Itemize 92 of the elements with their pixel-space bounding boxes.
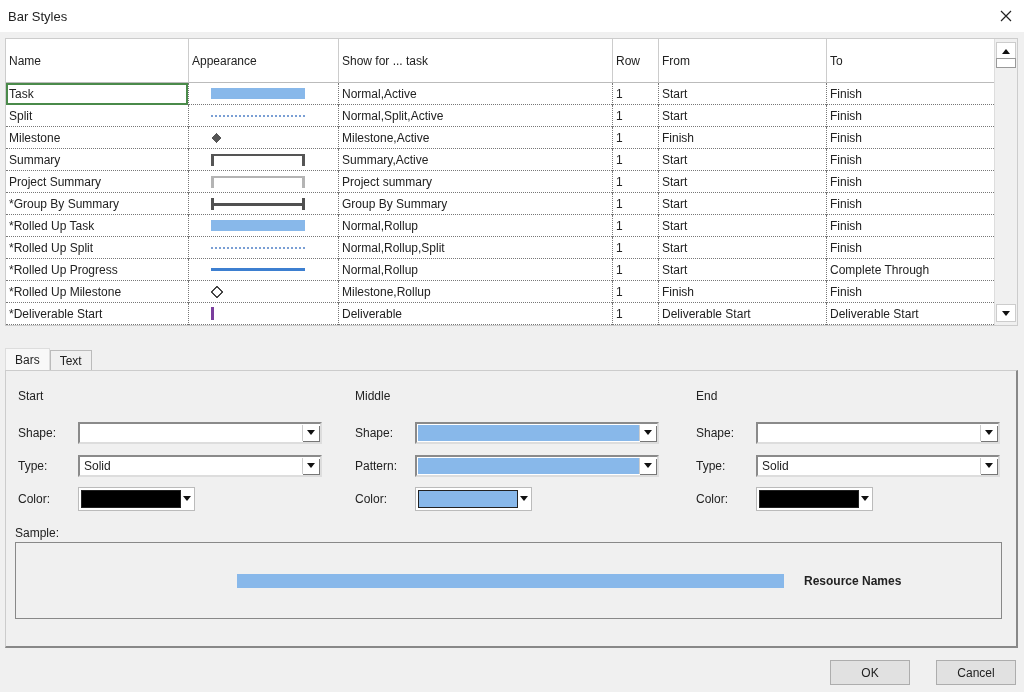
field-label: Shape: [355, 425, 395, 440]
caret-icon [860, 496, 869, 501]
field-label: Pattern: [355, 458, 399, 473]
dropdown[interactable]: Solid [756, 454, 1000, 477]
table-cell: 1 [612, 83, 658, 105]
table-cell: *Rolled Up Task [6, 215, 188, 237]
table-cell: Summary,Active [338, 149, 612, 171]
dropdown[interactable] [756, 421, 1000, 444]
section-title: End [696, 388, 719, 405]
table-cell: 1 [612, 193, 658, 215]
dropdown[interactable]: Solid [78, 454, 322, 477]
close-icon[interactable] [1000, 10, 1012, 22]
table-cell: *Rolled Up Split [6, 237, 188, 259]
section-title: Start [18, 388, 45, 405]
table-cell: Normal,Rollup [338, 215, 612, 237]
field-label: Type: [696, 458, 727, 473]
caret-icon [307, 430, 315, 435]
table-cell: 1 [612, 149, 658, 171]
caret-icon [644, 430, 652, 435]
column-header: Name [6, 39, 188, 83]
table-cell: *Rolled Up Milestone [6, 281, 188, 303]
table-cell: Start [658, 83, 826, 105]
field-label: Shape: [18, 425, 58, 440]
caret-icon [985, 463, 993, 468]
caret-icon [182, 496, 191, 501]
dialog-button[interactable]: OK [830, 660, 910, 685]
table-cell: *Deliverable Start [6, 303, 188, 325]
table-cell: Start [658, 171, 826, 193]
table-cell: Start [658, 105, 826, 127]
table-cell: Normal,Rollup,Split [338, 237, 612, 259]
table-cell: Split [6, 105, 188, 127]
table-cell: Start [658, 215, 826, 237]
sample-label: Sample: [15, 526, 60, 540]
tab[interactable]: Text [49, 350, 92, 370]
caret-icon [1002, 310, 1010, 316]
table-cell: 1 [612, 127, 658, 149]
table-cell: Start [658, 259, 826, 281]
column-header: Row [612, 39, 658, 83]
table-cell: Start [658, 149, 826, 171]
table-cell: Project summary [338, 171, 612, 193]
tab[interactable]: Bars [5, 348, 50, 370]
section-title: Middle [355, 388, 392, 405]
field-label: Color: [696, 491, 729, 506]
table-cell: Task [6, 83, 188, 105]
scroll-thumb[interactable] [996, 58, 1016, 68]
sample-text: Resource Names [804, 573, 902, 588]
caret-icon [644, 463, 652, 468]
table-cell: 1 [612, 281, 658, 303]
color-picker[interactable] [78, 486, 195, 511]
table-cell: Milestone [6, 127, 188, 149]
table-cell: Normal,Rollup [338, 259, 612, 281]
table-cell: 1 [612, 237, 658, 259]
field-label: Color: [355, 491, 388, 506]
scrollbar[interactable] [994, 39, 1017, 325]
column-header: From [658, 39, 826, 83]
caret-icon [519, 496, 528, 501]
table-cell: Milestone,Active [338, 127, 612, 149]
dropdown[interactable] [415, 421, 659, 444]
table-cell: Normal,Active [338, 83, 612, 105]
table-cell: Summary [6, 149, 188, 171]
dialog-button[interactable]: Cancel [936, 660, 1016, 685]
field-label: Shape: [696, 425, 736, 440]
caret-icon [307, 463, 315, 468]
column-header: Show for ... task [338, 39, 612, 83]
table-cell: Finish [658, 127, 826, 149]
table-cell: 1 [612, 171, 658, 193]
table-cell: Group By Summary [338, 193, 612, 215]
table-cell: Start [658, 237, 826, 259]
table-cell: Project Summary [6, 171, 188, 193]
table-cell: 1 [612, 303, 658, 325]
table-cell: Deliverable [338, 303, 612, 325]
color-picker[interactable] [415, 486, 532, 511]
caret-icon [985, 430, 993, 435]
table-cell: Normal,Split,Active [338, 105, 612, 127]
dropdown[interactable] [415, 454, 659, 477]
table-cell: *Group By Summary [6, 193, 188, 215]
table-cell: Deliverable Start [658, 303, 826, 325]
table-cell: Start [658, 193, 826, 215]
color-picker[interactable] [756, 486, 873, 511]
scroll-down-button[interactable] [996, 304, 1016, 322]
table-cell: 1 [612, 105, 658, 127]
field-label: Type: [18, 458, 49, 473]
table-cell: *Rolled Up Progress [6, 259, 188, 281]
up-arrow-icon [1002, 48, 1010, 54]
table-cell: Finish [658, 281, 826, 303]
window-title: Bar Styles [8, 8, 68, 24]
table-cell: 1 [612, 215, 658, 237]
dropdown[interactable] [78, 421, 322, 444]
field-label: Color: [18, 491, 51, 506]
table-cell: 1 [612, 259, 658, 281]
table-cell: Milestone,Rollup [338, 281, 612, 303]
column-header: Appearance [188, 39, 338, 83]
